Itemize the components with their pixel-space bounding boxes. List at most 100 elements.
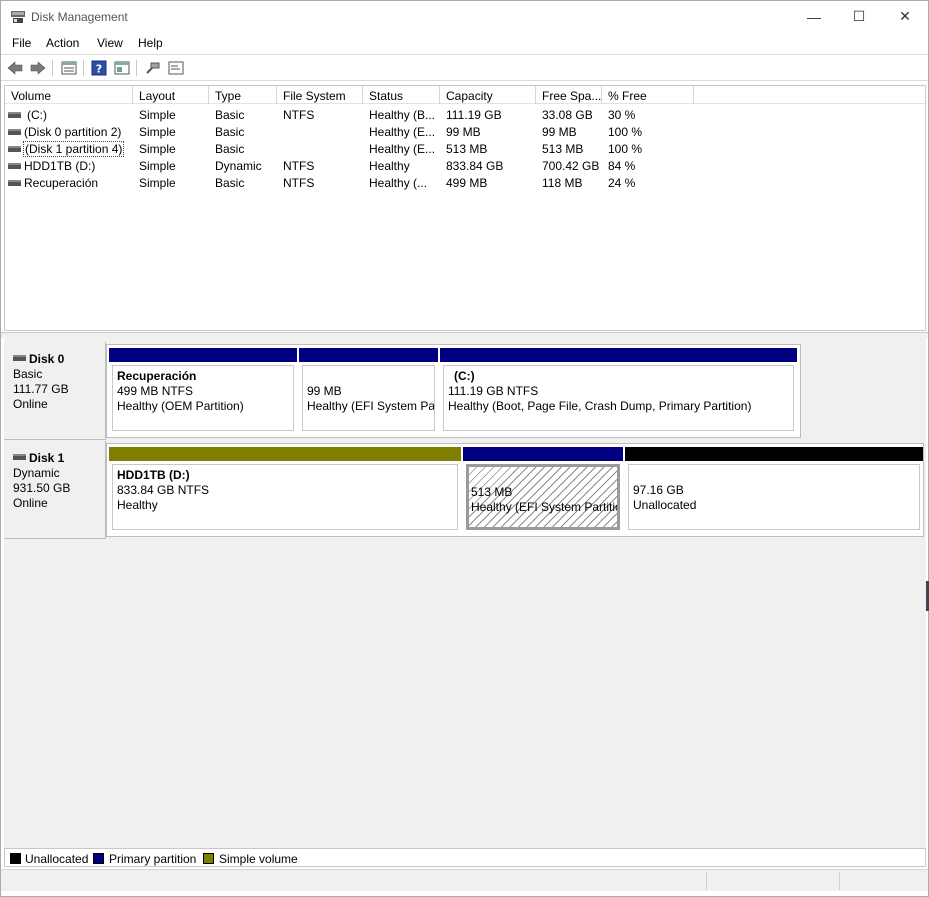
cell-capacity: 111.19 GB	[446, 108, 502, 122]
disk-management-app-icon	[11, 11, 25, 23]
connect-icon[interactable]	[144, 59, 162, 77]
volume-icon	[8, 112, 21, 118]
partition-body: HDD1TB (D:) 833.84 GB NTFS Healthy	[112, 464, 458, 530]
cell-percent-free: 100 %	[608, 125, 643, 139]
cell-free-space: 513 MB	[542, 142, 584, 156]
column-header-status[interactable]: Status	[363, 86, 440, 104]
column-header-volume[interactable]: Volume	[5, 86, 133, 104]
cell-free-space: 700.42 GB	[542, 159, 600, 173]
partition-size: 111.19 GB NTFS	[448, 384, 539, 398]
cell-layout: Simple	[139, 125, 176, 139]
cell-volume: (C:)	[27, 108, 47, 122]
column-header-type[interactable]: Type	[209, 86, 277, 104]
table-row[interactable]: (C:) Simple Basic NTFS Healthy (B... 111…	[5, 106, 925, 123]
partition-status: Healthy (EFI System Partitio	[471, 500, 620, 514]
properties-icon[interactable]	[113, 59, 131, 77]
partition-title: HDD1TB (D:)	[117, 468, 190, 482]
menu-action[interactable]: Action	[46, 36, 79, 50]
partition-size: 513 MB	[471, 485, 513, 499]
partition-title: Recuperación	[117, 369, 197, 383]
cell-file-system: NTFS	[283, 108, 315, 122]
table-row[interactable]: (Disk 0 partition 2) Simple Basic Health…	[5, 123, 925, 140]
menu-file[interactable]: File	[12, 36, 31, 50]
disk-state: Online	[13, 397, 48, 411]
disk-0-partitions: Recuperación 499 MB NTFS Healthy (OEM Pa…	[106, 344, 801, 438]
partition-type-bar	[463, 447, 623, 461]
partition-type-bar	[440, 348, 797, 362]
cell-capacity: 513 MB	[446, 142, 488, 156]
cell-type: Basic	[215, 125, 245, 139]
cell-volume: (Disk 1 partition 4)	[23, 141, 125, 157]
disk-1-label[interactable]: Disk 1 Dynamic 931.50 GB Online	[4, 441, 106, 539]
partition-efi-disk1[interactable]: 513 MB Healthy (EFI System Partitio	[463, 447, 623, 533]
column-header-free-space[interactable]: Free Spa...	[536, 86, 602, 104]
forward-arrow-icon[interactable]	[29, 59, 47, 77]
help-icon[interactable]: ?	[90, 59, 108, 77]
cell-free-space: 118 MB	[542, 176, 583, 190]
close-button[interactable]: ✕	[882, 1, 928, 32]
table-row[interactable]: Recuperación Simple Basic NTFS Healthy (…	[5, 174, 925, 191]
partition-body: Recuperación 499 MB NTFS Healthy (OEM Pa…	[112, 365, 294, 431]
partition-hdd1tb[interactable]: HDD1TB (D:) 833.84 GB NTFS Healthy	[109, 447, 461, 533]
legend: Unallocated Primary partition Simple vol…	[4, 848, 926, 867]
column-header-percent-free[interactable]: % Free	[602, 86, 694, 104]
column-header-layout[interactable]: Layout	[133, 86, 209, 104]
status-bar	[1, 869, 928, 891]
legend-label-simple: Simple volume	[219, 852, 298, 866]
disk-name: Disk 0	[29, 352, 65, 366]
maximize-button[interactable]: ☐	[836, 1, 882, 32]
cell-type: Dynamic	[215, 159, 262, 173]
cell-capacity: 833.84 GB	[446, 159, 504, 173]
disk-size: 931.50 GB	[13, 481, 71, 495]
cell-status: Healthy (E...	[369, 142, 436, 156]
minimize-button[interactable]: —	[791, 1, 837, 32]
view-icon[interactable]	[167, 59, 185, 77]
cell-free-space: 33.08 GB	[542, 108, 593, 122]
cell-type: Basic	[215, 108, 245, 122]
menu-view[interactable]: View	[97, 36, 123, 50]
partition-status: Healthy (EFI System Par	[307, 399, 435, 413]
menu-help[interactable]: Help	[138, 36, 163, 50]
volume-list-header: Volume Layout Type File System Status Ca…	[5, 86, 925, 104]
cell-volume: Recuperación	[24, 176, 99, 190]
column-header-capacity[interactable]: Capacity	[440, 86, 536, 104]
cell-file-system: NTFS	[283, 176, 315, 190]
table-row[interactable]: (Disk 1 partition 4) Simple Basic Health…	[5, 140, 925, 157]
disk-0-label[interactable]: Disk 0 Basic 111.77 GB Online	[4, 342, 106, 440]
volume-list[interactable]: Volume Layout Type File System Status Ca…	[4, 85, 926, 331]
legend-label-primary: Primary partition	[109, 852, 197, 866]
volume-icon	[8, 180, 21, 186]
cell-layout: Simple	[139, 142, 176, 156]
disk-size: 111.77 GB	[13, 382, 69, 396]
toolbar: ?	[1, 54, 928, 81]
cell-status: Healthy (E...	[369, 125, 436, 139]
column-header-file-system[interactable]: File System	[277, 86, 363, 104]
cell-volume: (Disk 0 partition 2)	[24, 125, 122, 139]
partition-recuperacion[interactable]: Recuperación 499 MB NTFS Healthy (OEM Pa…	[109, 348, 297, 434]
volume-icon	[8, 146, 21, 152]
partition-size: 499 MB NTFS	[117, 384, 194, 398]
cell-volume: HDD1TB (D:)	[24, 159, 96, 173]
table-row[interactable]: HDD1TB (D:) Simple Dynamic NTFS Healthy …	[5, 157, 925, 174]
title-bar[interactable]: Disk Management — ☐ ✕	[1, 1, 928, 32]
partition-body: 513 MB Healthy (EFI System Partitio	[466, 464, 620, 530]
legend-swatch-primary	[93, 853, 104, 864]
legend-swatch-unallocated	[10, 853, 21, 864]
cell-percent-free: 100 %	[608, 142, 643, 156]
partition-size: 97.16 GB	[633, 483, 684, 497]
back-arrow-icon[interactable]	[6, 59, 24, 77]
menu-bar: File Action View Help	[1, 32, 928, 54]
disk-list-icon[interactable]	[60, 59, 78, 77]
partition-c-drive[interactable]: (C:) 111.19 GB NTFS Healthy (Boot, Page …	[440, 348, 797, 434]
disk-state: Online	[13, 496, 48, 510]
disk-type: Dynamic	[13, 466, 60, 480]
partition-type-bar	[625, 447, 923, 461]
partition-body: (C:) 111.19 GB NTFS Healthy (Boot, Page …	[443, 365, 794, 431]
partition-efi-disk0[interactable]: 99 MB Healthy (EFI System Par	[299, 348, 438, 434]
partition-unallocated[interactable]: 97.16 GB Unallocated	[625, 447, 923, 533]
cell-percent-free: 30 %	[608, 108, 636, 122]
partition-status: Healthy (Boot, Page File, Crash Dump, Pr…	[448, 399, 752, 413]
disk-type: Basic	[13, 367, 43, 381]
disk-management-window: Disk Management — ☐ ✕ File Action View H…	[0, 0, 929, 897]
partition-size: 833.84 GB NTFS	[117, 483, 210, 497]
